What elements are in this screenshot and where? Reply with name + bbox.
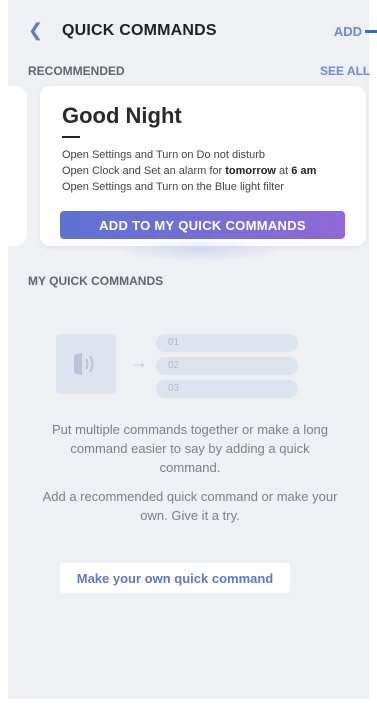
command-line: Open Settings and Turn on Do not disturb: [62, 149, 266, 161]
recommendation-card[interactable]: Good Night Open Settings and Turn on Do …: [40, 86, 366, 246]
empty-state-description: Put multiple commands together or make a…: [51, 422, 329, 475]
see-all-button[interactable]: SEE ALL: [320, 64, 370, 78]
screen-edge-bottom: [0, 699, 377, 713]
page-title: QUICK COMMANDS: [62, 22, 217, 39]
app-header: ❮ QUICK COMMANDS ADD: [20, 18, 370, 46]
make-your-own-quick-command-button[interactable]: Make your own quick command: [60, 563, 290, 593]
recommended-section-label: RECOMMENDED: [28, 64, 125, 78]
command-line: Open Clock and Set an alarm for tomorrow…: [62, 165, 317, 177]
arrow-right-icon: →: [130, 352, 148, 372]
command-slot: 02: [156, 357, 298, 375]
card-title-underline: [62, 136, 80, 138]
my-quick-commands-section-label: MY QUICK COMMANDS: [28, 274, 164, 288]
illustration-box: [56, 334, 116, 394]
command-slot: 01: [156, 334, 298, 352]
screen-edge-right: [369, 0, 377, 713]
card-title: Good Night: [62, 103, 182, 128]
command-line: Open Settings and Turn on the Blue light…: [62, 181, 284, 193]
card-shadow: [120, 238, 280, 262]
command-slot: 03: [156, 380, 298, 398]
add-to-my-quick-commands-button[interactable]: ADD TO MY QUICK COMMANDS: [60, 211, 345, 239]
previous-recommendation-card[interactable]: [0, 86, 27, 246]
voice-command-icon: [74, 353, 94, 375]
add-button[interactable]: ADD: [334, 24, 362, 39]
command-list: Open Settings and Turn on Do not disturb…: [62, 147, 362, 195]
chevron-left-icon[interactable]: ❮: [28, 20, 43, 41]
scroll-indicator: [365, 30, 377, 33]
empty-state-hint: Add a recommended quick command or make …: [42, 489, 338, 523]
